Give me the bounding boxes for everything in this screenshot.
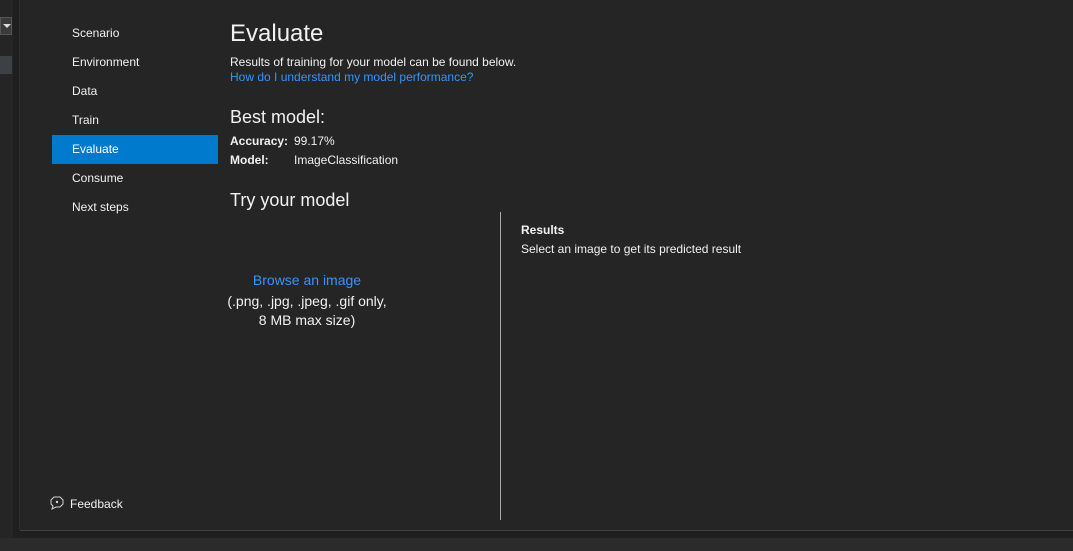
image-upload-area: Browse an image (.png, .jpg, .jpeg, .gif… [222,271,392,330]
help-link[interactable]: How do I understand my model performance… [230,70,473,84]
nav-item-consume[interactable]: Consume [52,164,218,193]
nav-item-scenario[interactable]: Scenario [52,19,218,48]
results-divider [500,212,501,520]
feedback-label: Feedback [70,497,123,511]
panel-bottom-border [20,530,1073,531]
formats-note-line2: 8 MB max size) [258,312,356,328]
best-model-heading: Best model: [230,107,326,127]
model-value: ImageClassification [294,153,399,167]
browse-image-button[interactable]: Browse an image [253,271,361,289]
accuracy-value: 99.17% [294,134,335,148]
nav-item-data[interactable]: Data [52,77,218,106]
model-label: Model: [230,153,269,167]
parent-window-edge [0,0,13,551]
page-subtitle: Results of training for your model can b… [230,55,517,69]
accuracy-label: Accuracy: [230,134,289,148]
results-placeholder: Select an image to get its predicted res… [521,242,742,256]
parent-dropdown[interactable] [0,17,12,35]
nav-item-evaluate[interactable]: Evaluate [52,135,218,164]
chevron-down-icon [3,24,11,28]
parent-selected-item[interactable] [0,56,12,74]
feedback-icon [50,496,64,510]
page-title: Evaluate [230,20,324,47]
nav-item-train[interactable]: Train [52,106,218,135]
try-model-heading: Try your model [230,190,350,210]
step-navigation: Scenario Environment Data Train Evaluate… [52,19,218,222]
results-heading: Results [521,223,565,237]
status-strip [0,538,1073,551]
nav-item-environment[interactable]: Environment [52,48,218,77]
nav-item-next-steps[interactable]: Next steps [52,193,218,222]
formats-note-line1: (.png, .jpg, .jpeg, .gif only, [227,293,387,309]
